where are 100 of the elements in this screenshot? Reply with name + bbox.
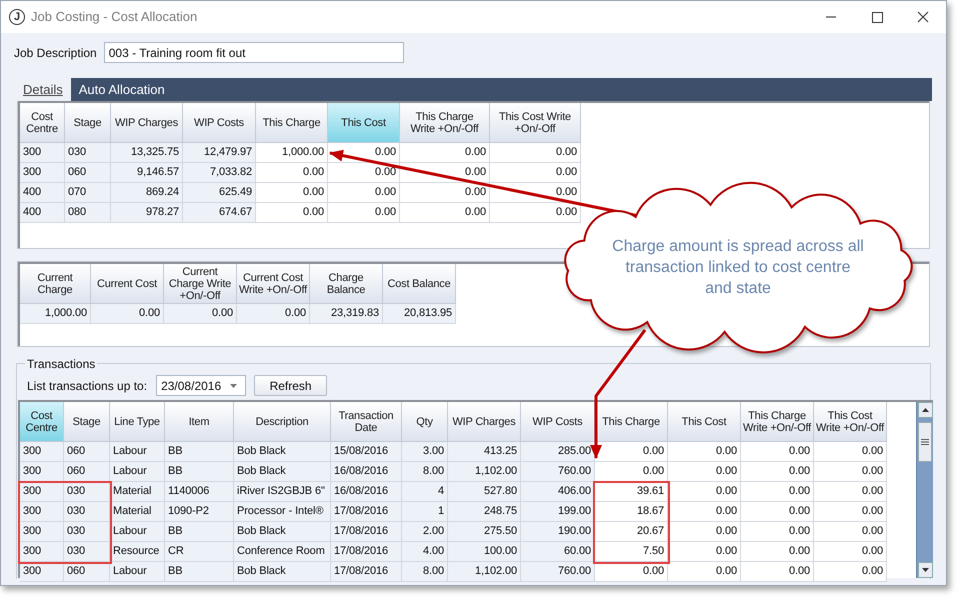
- table-cell-text: 0.00: [556, 185, 577, 200]
- scroll-down-icon[interactable]: [918, 562, 932, 578]
- filter-label: List transactions up to:: [27, 378, 148, 394]
- column-header[interactable]: Line Type: [110, 402, 165, 442]
- table-cell-text: 0.00: [788, 544, 810, 560]
- table-cell-text: 060: [68, 165, 86, 180]
- table-cell-text: 413.25: [484, 444, 517, 460]
- column-header[interactable]: This Charge Write +On/-Off: [741, 402, 814, 442]
- table-cell-text: 17/08/2016: [334, 544, 388, 560]
- table-cell-text: BB: [168, 524, 182, 540]
- table-cell-text: 0.00: [716, 444, 737, 460]
- table-cell-text: 285.00: [558, 444, 591, 460]
- table-cell-text: 0.00: [556, 145, 577, 160]
- table-cell-text: 0.00: [716, 524, 737, 540]
- column-header[interactable]: This Charge: [595, 402, 668, 442]
- table-cell-text: 300: [23, 524, 42, 540]
- table-cell-text: 18.67: [636, 504, 664, 520]
- scroll-up-icon[interactable]: [918, 402, 932, 418]
- table-cell-text: 1,000.00: [282, 145, 324, 160]
- table-cell-text: 300: [23, 464, 42, 480]
- table-cell-text: 0.00: [788, 464, 810, 480]
- tab[interactable]: Details: [15, 78, 71, 101]
- column-header[interactable]: WIP Charges: [448, 402, 521, 442]
- table-cell-text: 0.00: [862, 564, 883, 580]
- table-cell-text: Resource: [113, 544, 160, 560]
- column-header[interactable]: This Charge: [256, 103, 328, 143]
- column-header[interactable]: WIP Costs: [521, 402, 595, 442]
- table-cell-text: 300: [23, 564, 42, 580]
- table-cell-text: 0.00: [716, 564, 737, 580]
- date-dropdown[interactable]: 23/08/2016: [156, 375, 246, 396]
- table-cell-text: 0.00: [374, 205, 396, 220]
- column-header[interactable]: Transaction Date: [331, 402, 402, 442]
- table-cell-text: 0.00: [716, 504, 737, 520]
- table-cell-text: 0.00: [302, 165, 324, 180]
- table-cell-text: Bob Black: [237, 564, 286, 580]
- table-cell-text: 13,325.75: [130, 145, 179, 160]
- column-header[interactable]: Cost Centre: [20, 103, 65, 143]
- table-cell-text: Bob Black: [237, 444, 286, 460]
- table-cell-text: BB: [168, 444, 182, 460]
- column-header[interactable]: Charge Balance: [310, 264, 383, 304]
- table-cell-text: 869.24: [146, 185, 179, 200]
- table-cell-text: 0.00: [642, 564, 664, 580]
- column-header[interactable]: Item: [165, 402, 234, 442]
- window-title: Job Costing - Cost Allocation: [31, 8, 198, 26]
- column-header[interactable]: This Charge Write +On/-Off: [400, 103, 490, 143]
- table-cell-text: 300: [23, 484, 42, 500]
- table-cell-text: 17/08/2016: [334, 524, 388, 540]
- column-header[interactable]: Current Charge: [20, 264, 91, 304]
- table-cell-text: 0.00: [862, 464, 883, 480]
- table-cell-text: Labour: [113, 524, 147, 540]
- job-description-field[interactable]: 003 - Training room fit out: [104, 42, 404, 63]
- column-header[interactable]: Stage: [65, 103, 111, 143]
- table-cell-text: 0.00: [716, 484, 737, 500]
- table-cell-text: 16/08/2016: [334, 464, 388, 480]
- column-header[interactable]: This Cost: [328, 103, 400, 143]
- table-cell-text: 0.00: [788, 444, 810, 460]
- column-header[interactable]: Cost Centre: [20, 402, 64, 442]
- callout-text: Charge amount is spread across all transaction linked to cost centre and state: [612, 237, 864, 299]
- scroll-thumb[interactable]: [918, 422, 932, 462]
- table-cell-text: 080: [68, 205, 86, 220]
- table-cell-text: 100.00: [484, 544, 517, 560]
- column-header[interactable]: This Cost: [668, 402, 741, 442]
- column-header[interactable]: WIP Costs: [183, 103, 256, 143]
- table-cell-text: 4.00: [422, 544, 444, 560]
- column-header[interactable]: This Cost Write +On/-Off: [490, 103, 581, 143]
- column-header[interactable]: Qty: [402, 402, 448, 442]
- table-cell-text: 2.00: [422, 524, 444, 540]
- table-cell-text: 7.50: [642, 544, 664, 560]
- column-header[interactable]: Current Cost Write +On/-Off: [237, 264, 310, 304]
- table-cell-text: 527.80: [484, 484, 517, 500]
- table-cell-text: Conference Room: [237, 544, 325, 560]
- table-cell-text: 0.00: [862, 444, 883, 460]
- refresh-button[interactable]: Refresh: [254, 375, 328, 396]
- column-header[interactable]: Description: [234, 402, 331, 442]
- table-cell-text: Labour: [113, 564, 147, 580]
- table-cell-text: 0.00: [374, 145, 396, 160]
- column-header[interactable]: Stage: [64, 402, 110, 442]
- table-cell-text: BB: [168, 464, 182, 480]
- scrollbar[interactable]: [916, 402, 933, 578]
- table-cell-text: 674.67: [218, 205, 252, 220]
- table-cell-text: Material: [113, 504, 152, 520]
- table-cell-text: 0.00: [642, 464, 664, 480]
- table-cell-text: 0.00: [464, 145, 486, 160]
- table-cell-text: 030: [68, 145, 86, 160]
- grip-icon: [921, 439, 929, 445]
- table-cell-text: Labour: [113, 464, 147, 480]
- table-cell-text: 1090-P2: [168, 504, 209, 520]
- column-header[interactable]: WIP Charges: [111, 103, 183, 143]
- table-cell-text: 0.00: [464, 205, 486, 220]
- column-header[interactable]: This Cost Write +On/-Off: [814, 402, 887, 442]
- table-cell-text: 300: [23, 504, 42, 520]
- table-cell-text: 070: [68, 185, 86, 200]
- column-header[interactable]: Current Charge Write +On/-Off: [164, 264, 237, 304]
- column-header[interactable]: Current Cost: [91, 264, 164, 304]
- tab[interactable]: Auto Allocation: [70, 78, 173, 101]
- table-cell-text: Processor - Intel®: [237, 504, 324, 520]
- column-header[interactable]: Cost Balance: [383, 264, 456, 304]
- table-cell-text: 0.00: [788, 524, 810, 540]
- table-cell-text: 0.00: [788, 564, 810, 580]
- table-cell-text: 0.00: [862, 504, 883, 520]
